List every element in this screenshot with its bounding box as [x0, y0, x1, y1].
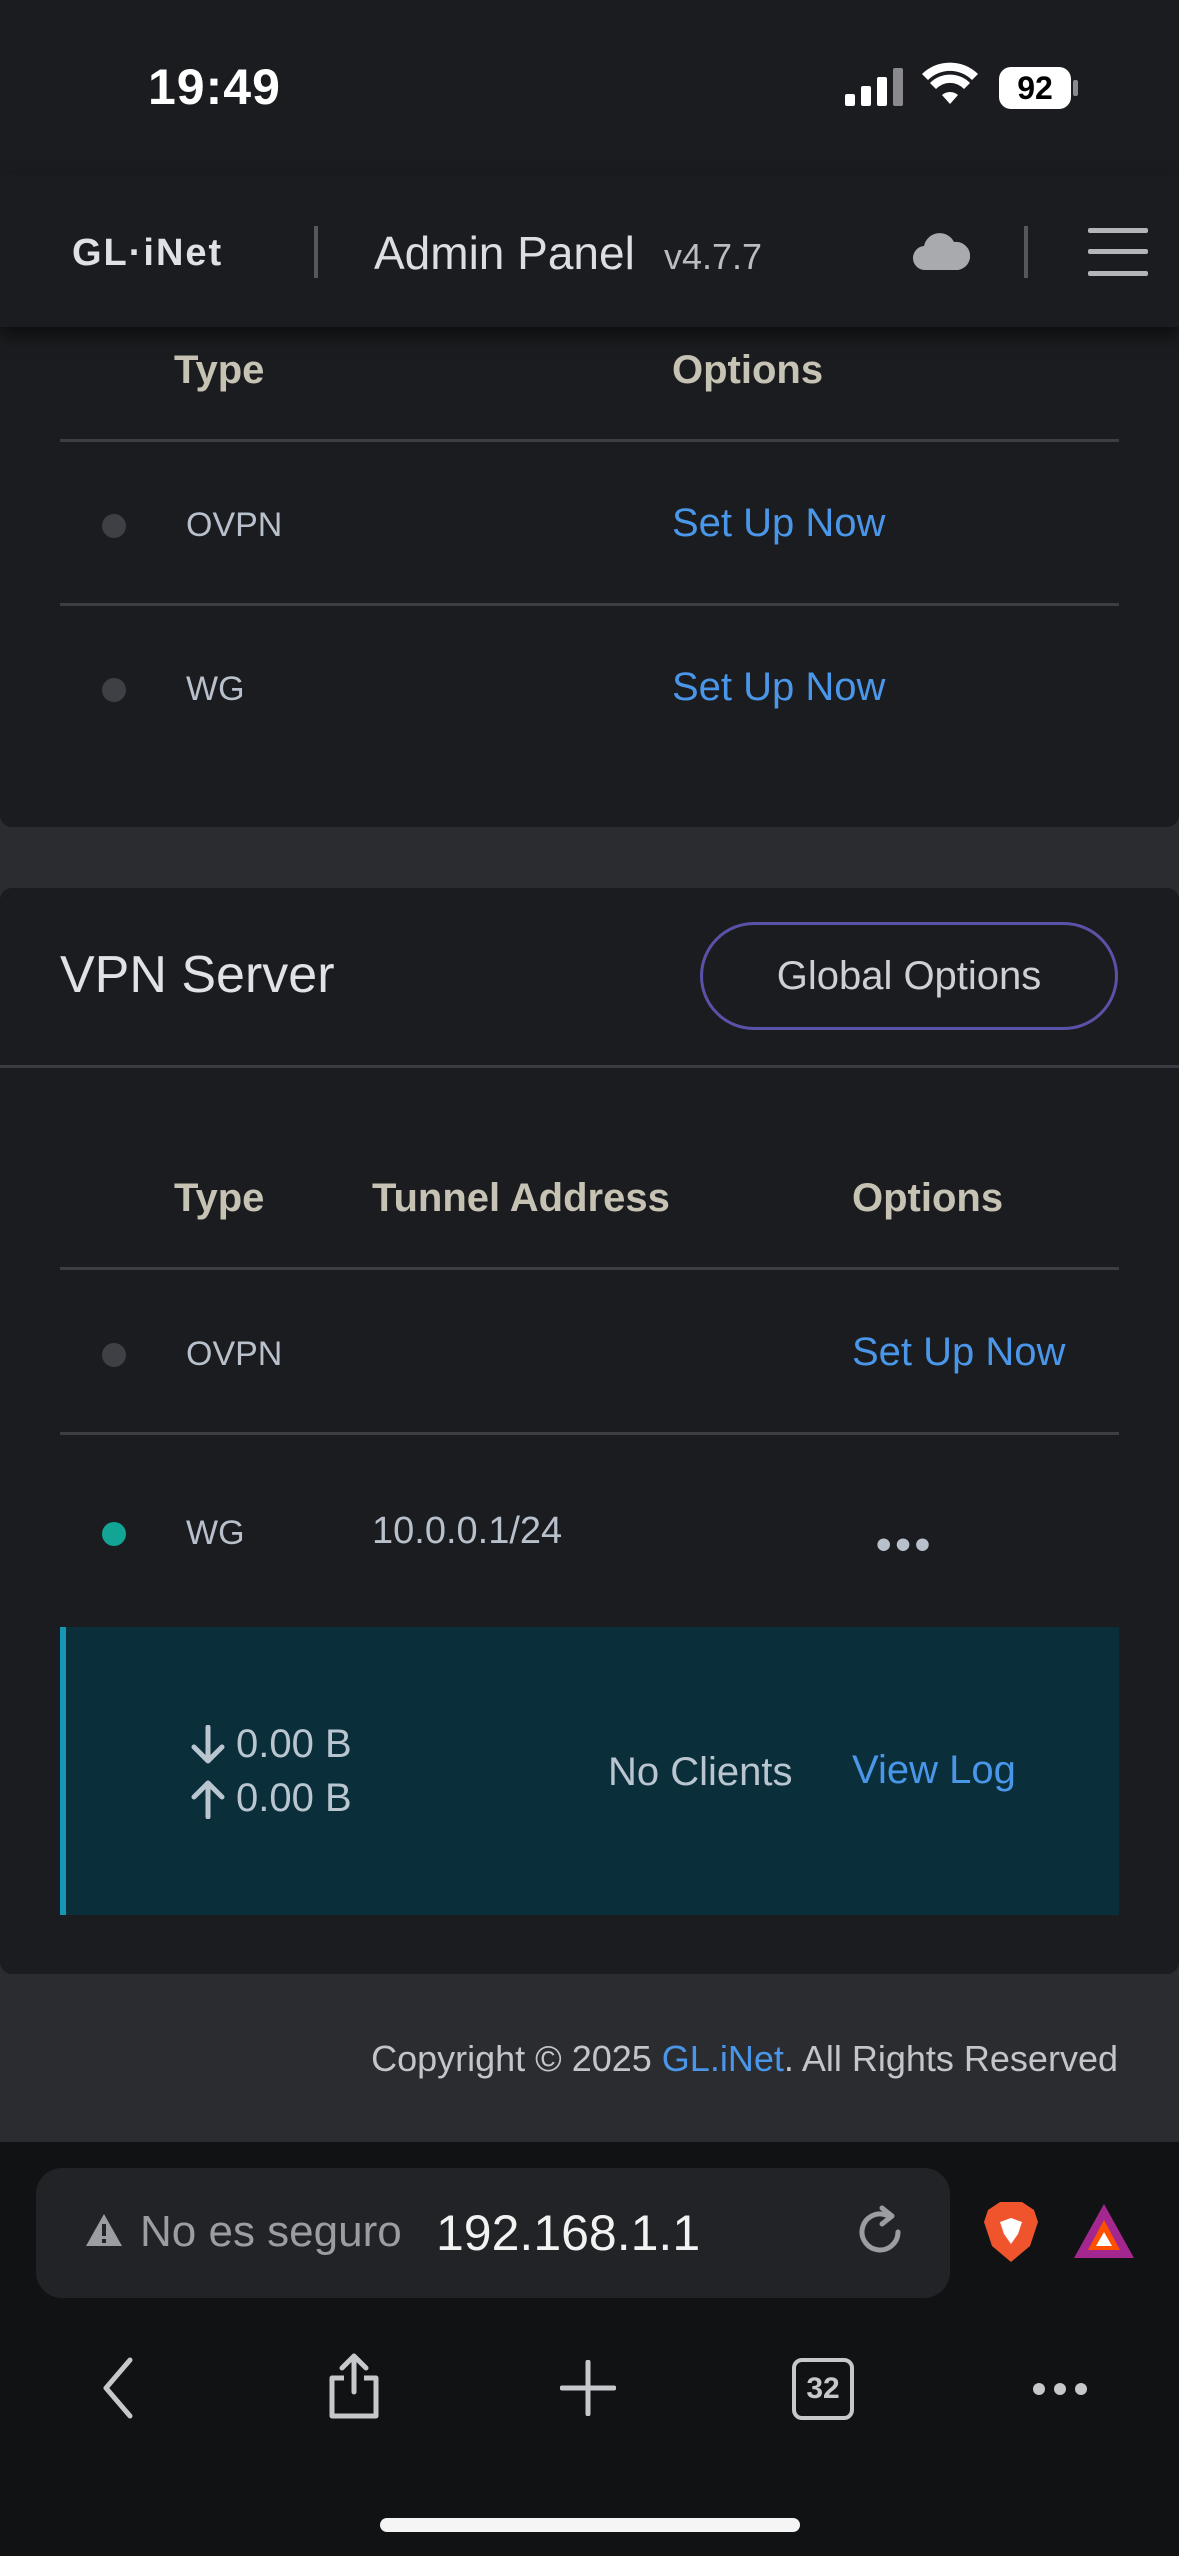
- section-divider: [0, 1065, 1179, 1068]
- vpn-client-card: [0, 327, 1179, 827]
- download-value: 0.00 B: [236, 1722, 352, 1766]
- share-icon[interactable]: [326, 2352, 382, 2420]
- back-icon[interactable]: [98, 2356, 138, 2420]
- status-time: 19:49: [148, 59, 281, 115]
- arrow-down-icon: [191, 1724, 225, 1763]
- bat-rewards-icon[interactable]: [1072, 2202, 1136, 2260]
- arrow-up-icon: [191, 1780, 225, 1819]
- col-header-options: Options: [852, 1176, 1004, 1220]
- col-header-type: Type: [174, 1176, 265, 1220]
- more-menu-icon[interactable]: [1032, 2382, 1088, 2396]
- reload-icon[interactable]: [852, 2204, 908, 2260]
- status-dot: [102, 678, 126, 702]
- wifi-icon: [922, 62, 978, 104]
- header-divider: [314, 226, 318, 278]
- battery-level: 92: [1017, 70, 1053, 106]
- battery-icon: 92: [998, 66, 1080, 115]
- row-type: WG: [186, 1514, 245, 1552]
- table-divider: [60, 1432, 1119, 1435]
- row-type: OVPN: [186, 506, 283, 544]
- cloud-icon[interactable]: [912, 230, 970, 272]
- more-options-icon[interactable]: •••: [876, 1520, 934, 1570]
- row-type: OVPN: [186, 1335, 283, 1373]
- new-tab-icon[interactable]: [560, 2360, 616, 2416]
- table-divider: [60, 603, 1119, 606]
- security-warning[interactable]: No es seguro: [140, 2207, 402, 2257]
- hamburger-menu-icon[interactable]: [1088, 226, 1148, 278]
- col-header-type: Type: [174, 348, 265, 392]
- gl-inet-logo[interactable]: GL·iNet: [72, 232, 223, 275]
- tab-count: 32: [806, 2372, 840, 2405]
- cellular-signal-icon: [845, 68, 903, 106]
- brave-shields-icon[interactable]: [980, 2200, 1042, 2264]
- url-text[interactable]: 192.168.1.1: [436, 2204, 700, 2262]
- copyright: Copyright © 2025 GL.iNet. All Rights Res…: [371, 2038, 1118, 2080]
- warning-icon: [86, 2214, 122, 2246]
- client-count: No Clients: [608, 1750, 793, 1794]
- table-divider: [60, 439, 1119, 442]
- setup-ovpn-client-link[interactable]: Set Up Now: [672, 501, 885, 546]
- copyright-suffix: . All Rights Reserved: [783, 2038, 1118, 2079]
- brand-link[interactable]: GL.iNet: [662, 2038, 784, 2079]
- status-dot: [102, 1343, 126, 1367]
- row-type: WG: [186, 670, 245, 708]
- setup-ovpn-server-link[interactable]: Set Up Now: [852, 1330, 1065, 1375]
- section-title: VPN Server: [60, 946, 335, 1004]
- view-log-link[interactable]: View Log: [852, 1748, 1016, 1793]
- download-stat: 0.00 B: [190, 1722, 352, 1767]
- upload-stat: 0.00 B: [190, 1776, 352, 1821]
- tabs-button[interactable]: 32: [792, 2358, 854, 2420]
- col-header-options: Options: [672, 348, 824, 392]
- tunnel-address: 10.0.0.1/24: [372, 1510, 563, 1552]
- status-dot-online: [102, 1522, 126, 1546]
- global-options-button[interactable]: Global Options: [700, 922, 1118, 1030]
- page-title: Admin Panel: [374, 227, 635, 279]
- table-divider: [60, 1267, 1119, 1270]
- status-dot: [102, 514, 126, 538]
- copyright-prefix: Copyright © 2025: [371, 2038, 662, 2079]
- col-header-tunnel-address: Tunnel Address: [372, 1176, 670, 1220]
- setup-wg-client-link[interactable]: Set Up Now: [672, 665, 885, 710]
- upload-value: 0.00 B: [236, 1776, 352, 1820]
- header-divider-right: [1024, 226, 1028, 278]
- version-label: v4.7.7: [664, 236, 763, 277]
- home-indicator[interactable]: [380, 2518, 800, 2532]
